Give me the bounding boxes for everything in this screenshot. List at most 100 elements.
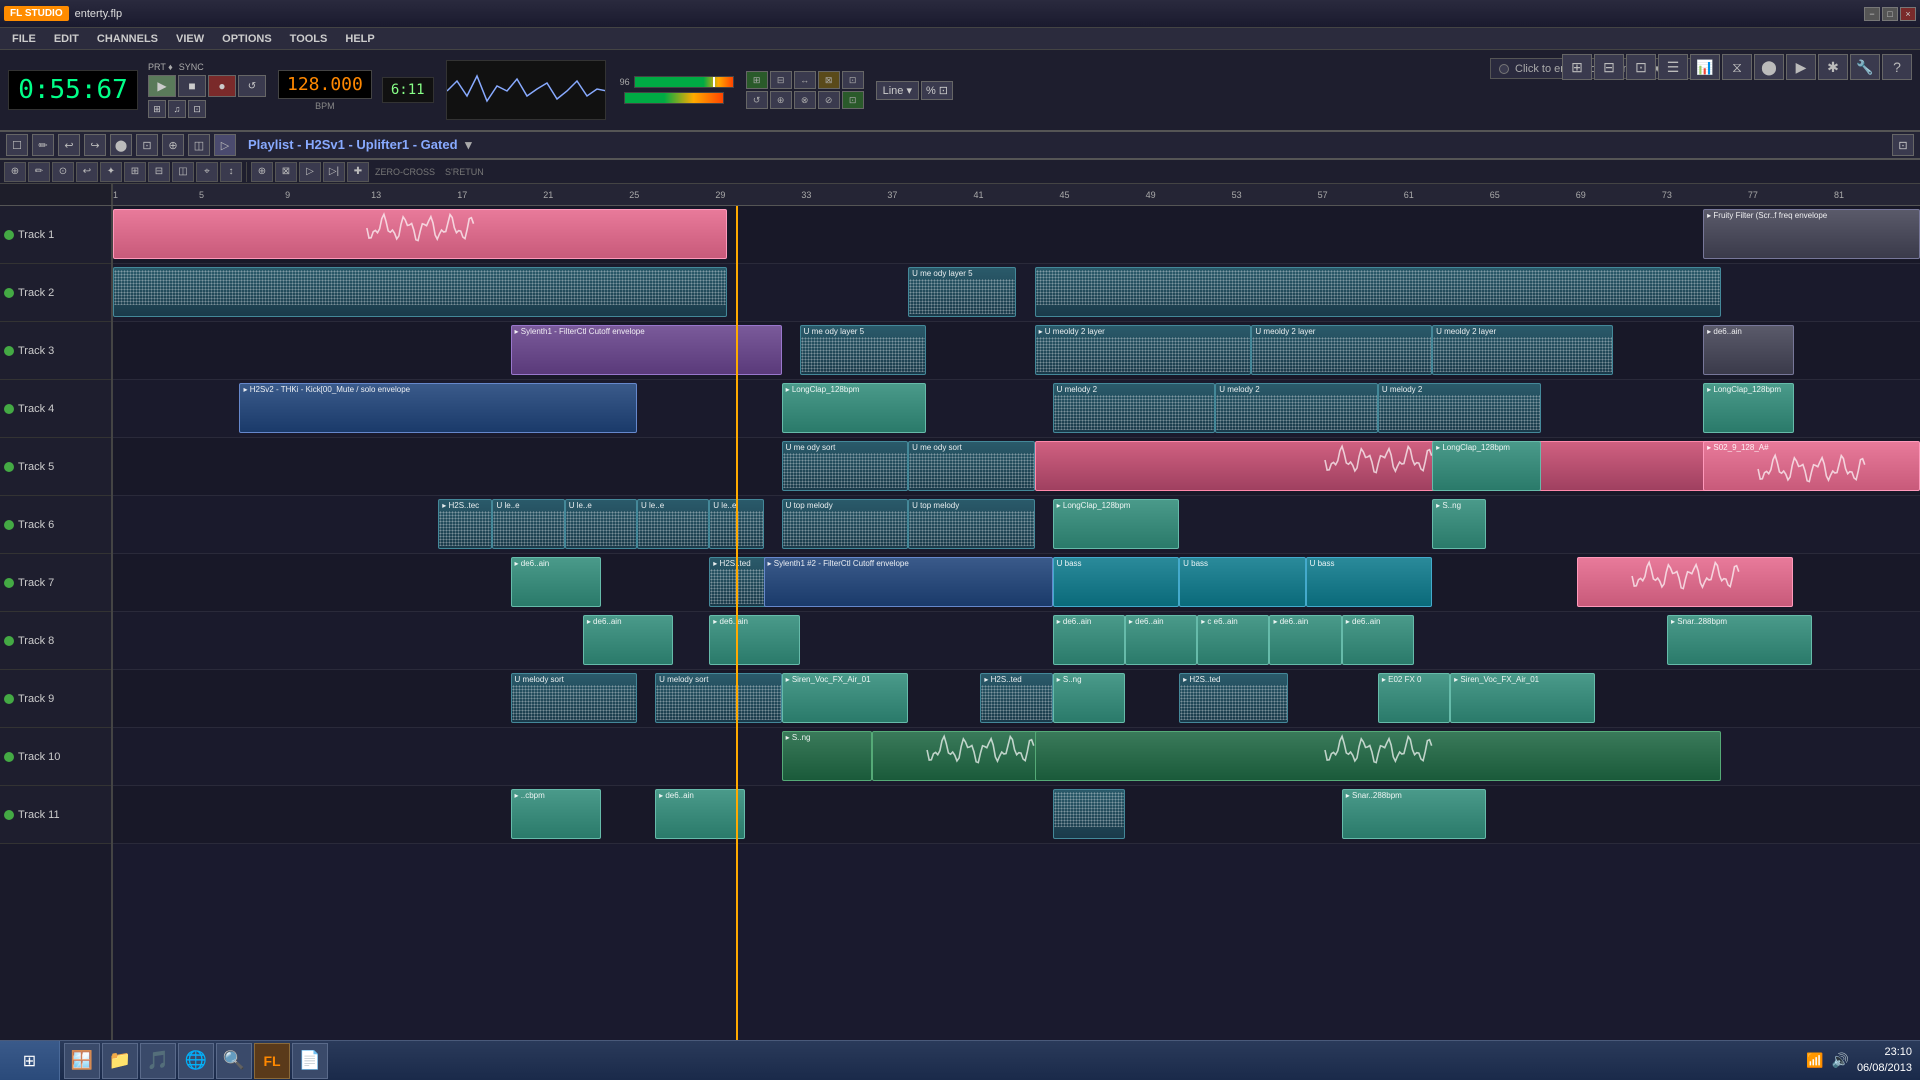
rtb-btn-piano[interactable]: ⊡ bbox=[1626, 54, 1656, 80]
rtb-btn-channel[interactable]: ⊟ bbox=[1594, 54, 1624, 80]
pat-btn-7[interactable]: ⊕ bbox=[770, 91, 792, 109]
clip-6-4[interactable]: U le..e bbox=[709, 499, 763, 549]
pl-btn-pattern[interactable]: ▷ bbox=[214, 134, 236, 156]
clip-4-3[interactable]: U melody 2 bbox=[1215, 383, 1378, 433]
pattern-btn[interactable]: ⊞ bbox=[148, 100, 166, 118]
tb2-layers[interactable]: ◫ bbox=[172, 162, 194, 182]
pat-btn-9[interactable]: ⊘ bbox=[818, 91, 840, 109]
clip-8-2[interactable]: ▸ de6..ain bbox=[1053, 615, 1125, 665]
close-button[interactable]: × bbox=[1900, 7, 1916, 21]
master-vol-bar[interactable] bbox=[634, 76, 734, 88]
clip-9-2[interactable]: ▸ Siren_Voc_FX_Air_01 bbox=[782, 673, 908, 723]
clip-6-3[interactable]: U le..e bbox=[637, 499, 709, 549]
pl-btn-zoom[interactable]: ⊕ bbox=[162, 134, 184, 156]
mute-btn-10[interactable] bbox=[4, 752, 14, 762]
clip-4-1[interactable]: ▸ LongClap_128bpm bbox=[782, 383, 927, 433]
pl-btn-snap[interactable]: ⊡ bbox=[136, 134, 158, 156]
clip-3-4[interactable]: U meoldy 2 layer bbox=[1432, 325, 1613, 375]
pitch-bar[interactable] bbox=[624, 92, 724, 104]
stop-button[interactable]: ■ bbox=[178, 75, 206, 97]
tb2-del[interactable]: ⊠ bbox=[275, 162, 297, 182]
tb-app-fl[interactable]: FL bbox=[254, 1043, 290, 1079]
tb2-select[interactable]: ⊙ bbox=[52, 162, 74, 182]
rtb-btn-browser[interactable]: ☰ bbox=[1658, 54, 1688, 80]
clip-9-1[interactable]: U melody sort bbox=[655, 673, 781, 723]
clip-4-0[interactable]: ▸ H2Sv2 - THKi - Kick[00_Mute / solo env… bbox=[239, 383, 637, 433]
clip-7-4[interactable]: U bass bbox=[1179, 557, 1305, 607]
pat-btn-3[interactable]: ↔ bbox=[794, 71, 816, 89]
clip-9-5[interactable]: ▸ H2S..ted bbox=[1179, 673, 1287, 723]
sched-btn[interactable]: ⊡ bbox=[188, 100, 206, 118]
tb-app-docs[interactable]: 📄 bbox=[292, 1043, 328, 1079]
minimize-button[interactable]: − bbox=[1864, 7, 1880, 21]
clip-6-0[interactable]: ▸ H2S..tec bbox=[438, 499, 492, 549]
start-button[interactable]: ⊞ bbox=[0, 1041, 60, 1080]
tb2-play[interactable]: ▷ bbox=[299, 162, 321, 182]
clip-7-6[interactable] bbox=[1577, 557, 1794, 607]
rtb-btn-options[interactable]: ✱ bbox=[1818, 54, 1848, 80]
mute-btn-6[interactable] bbox=[4, 520, 14, 530]
snap-btn[interactable]: % ⊡ bbox=[921, 81, 953, 100]
clip-7-2[interactable]: ▸ Sylenth1 #2 - FilterCtl Cutoff envelop… bbox=[764, 557, 1053, 607]
pl-btn-record[interactable]: ⬤ bbox=[110, 134, 132, 156]
mute-btn-4[interactable] bbox=[4, 404, 14, 414]
volume-icon[interactable]: 🔊 bbox=[1832, 1052, 1849, 1069]
song-btn[interactable]: ♫ bbox=[168, 100, 186, 118]
tb-app-chrome[interactable]: 🌐 bbox=[178, 1043, 214, 1079]
pl-btn-undo[interactable]: ↩ bbox=[58, 134, 80, 156]
record-button[interactable]: ● bbox=[208, 75, 236, 97]
pat-btn-8[interactable]: ⊗ bbox=[794, 91, 816, 109]
clip-3-3[interactable]: U meoldy 2 layer bbox=[1251, 325, 1432, 375]
clip-11-0[interactable]: ▸ ..cbpm bbox=[511, 789, 601, 839]
mute-btn-9[interactable] bbox=[4, 694, 14, 704]
clip-6-6[interactable]: U top melody bbox=[908, 499, 1034, 549]
menuitem-tools[interactable]: TOOLS bbox=[282, 31, 336, 47]
rtb-btn-metro[interactable]: ⧖ bbox=[1722, 54, 1752, 80]
clip-9-7[interactable]: ▸ Siren_Voc_FX_Air_01 bbox=[1450, 673, 1595, 723]
mute-btn-1[interactable] bbox=[4, 230, 14, 240]
clip-11-2[interactable] bbox=[1053, 789, 1125, 839]
clip-5-4[interactable]: ▸ S02_9_128_A# bbox=[1703, 441, 1920, 491]
clip-8-4[interactable]: ▸ c e6..ain bbox=[1197, 615, 1269, 665]
clip-2-2[interactable] bbox=[1035, 267, 1722, 317]
clip-2-1[interactable]: U me ody layer 5 bbox=[908, 267, 1016, 317]
pl-fullscreen-btn[interactable]: ⊡ bbox=[1892, 134, 1914, 156]
clip-3-1[interactable]: U me ody layer 5 bbox=[800, 325, 926, 375]
clip-6-2[interactable]: U le..e bbox=[565, 499, 637, 549]
clip-10-0[interactable]: ▸ S..ng bbox=[782, 731, 872, 781]
play-button[interactable]: ▶ bbox=[148, 75, 176, 97]
menuitem-options[interactable]: OPTIONS bbox=[214, 31, 280, 47]
clip-5-2[interactable] bbox=[1035, 441, 1722, 491]
tb-app-folder[interactable]: 📁 bbox=[102, 1043, 138, 1079]
clip-3-2[interactable]: ▸ U meoldy 2 layer bbox=[1035, 325, 1252, 375]
tb2-undo[interactable]: ↩ bbox=[76, 162, 98, 182]
rtb-btn-graph[interactable]: 📊 bbox=[1690, 54, 1720, 80]
clip-6-1[interactable]: U le..e bbox=[492, 499, 564, 549]
rtb-btn-export[interactable]: ▶ bbox=[1786, 54, 1816, 80]
clip-3-5[interactable]: ▸ de6..ain bbox=[1703, 325, 1793, 375]
clip-4-2[interactable]: U melody 2 bbox=[1053, 383, 1216, 433]
pat-btn-5[interactable]: ⊡ bbox=[842, 71, 864, 89]
clip-9-0[interactable]: U melody sort bbox=[511, 673, 637, 723]
clip-6-5[interactable]: U top melody bbox=[782, 499, 908, 549]
menuitem-edit[interactable]: EDIT bbox=[46, 31, 87, 47]
pl-btn-redo[interactable]: ↪ bbox=[84, 134, 106, 156]
clip-5-3[interactable]: ▸ LongClap_128bpm bbox=[1432, 441, 1540, 491]
tb-app-media[interactable]: 🎵 bbox=[140, 1043, 176, 1079]
tb2-stars[interactable]: ✦ bbox=[100, 162, 122, 182]
clip-7-3[interactable]: U bass bbox=[1053, 557, 1179, 607]
menuitem-file[interactable]: FILE bbox=[4, 31, 44, 47]
pl-btn-open[interactable]: ✏ bbox=[32, 134, 54, 156]
mute-btn-11[interactable] bbox=[4, 810, 14, 820]
tb2-cross[interactable]: ✚ bbox=[347, 162, 369, 182]
tb-app-explorer[interactable]: 🪟 bbox=[64, 1043, 100, 1079]
tb2-add[interactable]: ⊕ bbox=[251, 162, 273, 182]
menuitem-view[interactable]: VIEW bbox=[168, 31, 212, 47]
clip-1-1[interactable]: ▸ Fruity Filter (Scr..f freq envelope bbox=[1703, 209, 1920, 259]
rtb-btn-help[interactable]: ? bbox=[1882, 54, 1912, 80]
line-dropdown[interactable]: Line ▾ % ⊡ bbox=[876, 81, 953, 100]
clip-4-4[interactable]: U melody 2 bbox=[1378, 383, 1541, 433]
loop-button[interactable]: ↺ bbox=[238, 75, 266, 97]
clip-8-5[interactable]: ▸ de6..ain bbox=[1269, 615, 1341, 665]
pat-btn-1[interactable]: ⊞ bbox=[746, 71, 768, 89]
